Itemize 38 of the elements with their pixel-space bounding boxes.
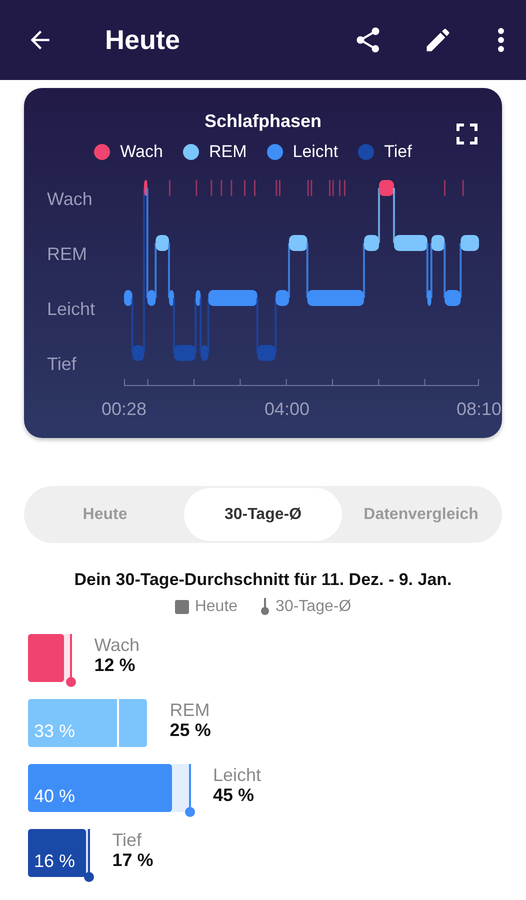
screen-title: Heute [105,24,182,56]
today-bar: 16 % [28,829,86,877]
y-axis-label: REM [47,244,87,264]
x-axis-label: 08:10 [456,399,502,419]
fullscreen-icon[interactable] [456,123,478,145]
tab[interactable]: Heute [26,488,184,541]
x-axis-label: 00:28 [101,399,147,419]
y-axis-label: Wach [47,189,92,209]
chart-title: Schlafphasen [204,111,322,132]
stage-name: Tief [112,830,143,850]
tab[interactable]: 30-Tage-Ø [184,488,342,541]
legend-label: Heute [194,598,238,616]
today-bar: 40 % [28,764,172,812]
legend-label: Wach [120,142,163,162]
legend-label: 30-Tage-Ø [276,598,352,616]
average-value: 45 % [213,785,256,805]
average-marker [84,829,94,882]
average-value: 25 % [170,720,211,740]
stage-name: REM [170,700,211,720]
legend-label: Tief [384,142,412,162]
legend-label: REM [208,142,247,162]
average-extension [172,764,190,812]
y-axis-label: Tief [47,354,76,374]
average-marker [66,634,76,687]
average-value: 12 % [94,655,136,675]
stage-name: Wach [94,635,140,655]
x-axis-label: 04:00 [264,399,310,419]
average-marker [185,764,195,817]
y-axis-label: Leicht [47,299,96,319]
today-bar: 33 % [28,699,147,747]
tab[interactable]: Datenvergleich [342,488,500,541]
legend-label: Leicht [292,142,338,162]
average-value: 17 % [112,850,154,870]
pin-icon [260,598,270,616]
comparison-title: Dein 30-Tage-Durchschnitt für 11. Dez. - 9. Jan. [73,570,453,590]
stage-name: Leicht [213,765,262,785]
square-icon [174,600,189,614]
more-options-icon[interactable] [496,27,506,53]
